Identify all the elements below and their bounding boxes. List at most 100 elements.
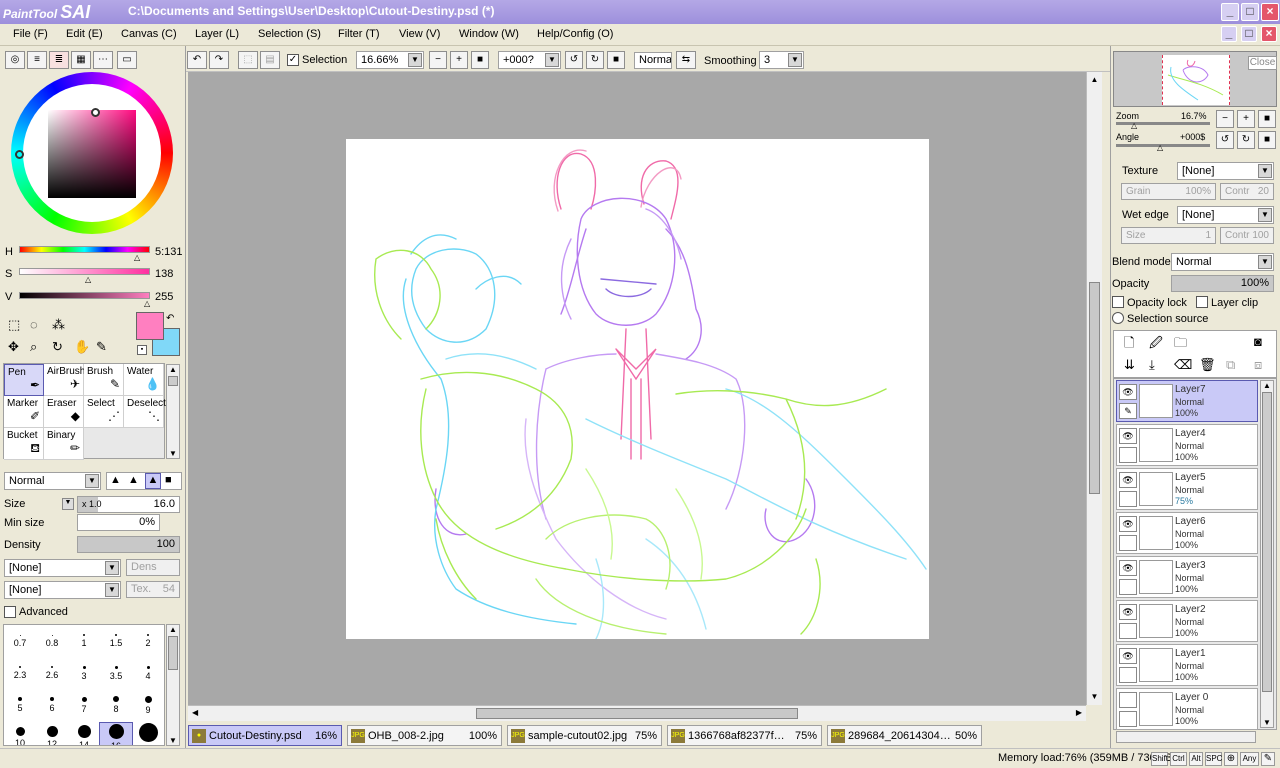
scratchpad-tab-icon[interactable]: ▭ (117, 51, 137, 69)
color-wheel-tab-icon[interactable]: ◎ (5, 51, 25, 69)
tab-1366768af[interactable]: JPG 1366768af82377f… 75% (667, 725, 822, 746)
pen-slot[interactable] (1119, 535, 1137, 551)
shape-flat-icon[interactable]: ■ (165, 474, 172, 486)
eye-icon[interactable]: 👁 (1119, 428, 1137, 444)
menu-selection[interactable]: Selection (S) (258, 28, 321, 40)
brush-size-preset[interactable]: 0.7 (4, 627, 36, 651)
shape-medium-icon[interactable]: ▲ (128, 474, 139, 486)
layer-clip-checkbox[interactable] (1196, 296, 1208, 308)
nav-zoom-slider-handle[interactable]: △ (1131, 121, 1137, 130)
layer-row-layer3[interactable]: 👁 Layer3 Normal 100% (1116, 556, 1258, 598)
brush-size-preset[interactable]: 6 (36, 691, 68, 715)
layer-row-layer4[interactable]: 👁 Layer4 Normal 100% (1116, 424, 1258, 466)
menu-help-config[interactable]: Help/Config (O) (537, 28, 613, 40)
navigator-preview[interactable]: Close (1113, 51, 1277, 107)
user-palette-tab-icon[interactable]: ⋯ (93, 51, 113, 69)
brush-size-preset[interactable]: 5 (4, 691, 36, 715)
brush-size-preset[interactable]: 2.6 (36, 659, 68, 683)
hue-slider-handle[interactable]: △ (134, 253, 140, 262)
redo-icon[interactable]: ↷ (209, 51, 229, 69)
layer-row-layer0[interactable]: Layer 0 Normal 100% (1116, 688, 1258, 730)
smoothing-select[interactable]: 3 ▼ (759, 51, 804, 69)
size-range-dropdown[interactable]: ▼ (62, 498, 74, 510)
brush-size-preset[interactable]: 12 (36, 723, 68, 745)
flip-horizontal-icon[interactable]: ⇆ (676, 51, 696, 69)
undo-icon[interactable]: ↶ (187, 51, 207, 69)
layer-row-layer2[interactable]: 👁 Layer2 Normal 100% (1116, 600, 1258, 642)
brush-size-preset[interactable]: 3 (68, 659, 100, 683)
tool-grid-scrollbar[interactable]: ▲ ▼ (166, 364, 180, 459)
maximize-button[interactable]: □ (1241, 3, 1259, 21)
menu-view[interactable]: View (V) (399, 28, 440, 40)
doc-minimize-button[interactable]: _ (1221, 26, 1237, 42)
pen-slot[interactable] (1119, 491, 1137, 507)
brush-size-preset[interactable]: 20 (132, 723, 164, 745)
hue-slider[interactable] (19, 246, 150, 253)
brush-presets-scrollbar[interactable]: ▲ ▼ (166, 624, 180, 746)
transparent-color-icon[interactable]: ▪ (137, 345, 147, 355)
deselect-icon[interactable]: ⬚ (238, 51, 258, 69)
eye-icon[interactable]: 👁 (1119, 648, 1137, 664)
opacity-lock-checkbox[interactable] (1112, 296, 1124, 308)
pen-slot[interactable] (1119, 667, 1137, 683)
new-linework-layer-icon[interactable]: 🖉 (1149, 334, 1163, 356)
layer-row-layer6[interactable]: 👁 Layer6 Normal 100% (1116, 512, 1258, 554)
wet-edge-contrast-field[interactable]: Contr 100 (1220, 227, 1274, 244)
brush-size-preset[interactable]: 8 (100, 691, 132, 715)
navigator-close-button[interactable]: Close (1248, 56, 1277, 70)
tab-289684[interactable]: JPG 289684_20614304… 50% (827, 725, 982, 746)
brush-size-preset[interactable]: 2 (132, 627, 164, 651)
nav-zoom-out-icon[interactable]: − (1216, 110, 1234, 128)
rotate-reset-icon[interactable]: ■ (607, 51, 625, 69)
saturation-value-square[interactable] (48, 110, 136, 198)
tab-sample-cutout02[interactable]: JPG sample-cutout02.jpg 75% (507, 725, 662, 746)
zoom-select[interactable]: 16.66% ▼ (356, 51, 424, 69)
zoom-in-icon[interactable]: + (450, 51, 468, 69)
eye-icon[interactable]: 👁 (1119, 472, 1137, 488)
mask-icon[interactable]: ◙ (1254, 334, 1262, 349)
nav-zoom-in-icon[interactable]: + (1237, 110, 1255, 128)
eyedropper-icon[interactable]: ✎ (96, 339, 112, 355)
zoom-out-icon[interactable]: − (429, 51, 447, 69)
pen-slot[interactable] (1119, 623, 1137, 639)
tool-brush[interactable]: Brush ✎ (84, 364, 124, 396)
rotate-icon[interactable]: ↻ (52, 339, 68, 355)
size-slider[interactable]: x 1.0 16.0 (77, 496, 180, 513)
invert-selection-icon[interactable]: ▤ (260, 51, 280, 69)
menu-filter[interactable]: Filter (T) (338, 28, 380, 40)
trash-icon[interactable]: 🗑 (1199, 357, 1216, 373)
rotate-reset-status-icon[interactable]: ⊕ (1224, 752, 1238, 766)
menu-file[interactable]: File (F) (13, 28, 48, 40)
texture-strength-field[interactable]: Tex. 54 (126, 581, 180, 598)
rect-select-icon[interactable]: ⬚ (8, 317, 24, 333)
menu-edit[interactable]: Edit (E) (66, 28, 103, 40)
magic-wand-icon[interactable]: ⁂ (52, 317, 68, 333)
canvas-horizontal-scrollbar[interactable]: ◀ ▶ (188, 705, 1086, 721)
eye-icon[interactable]: 👁 (1119, 516, 1137, 532)
layer-row-layer5[interactable]: 👁 Layer5 Normal 75% (1116, 468, 1258, 510)
eye-icon[interactable]: 👁 (1119, 560, 1137, 576)
tool-eraser[interactable]: Eraser ◆ (44, 396, 84, 428)
hue-picker-handle[interactable] (15, 150, 24, 159)
canvas-paper[interactable] (346, 139, 929, 639)
tool-bucket[interactable]: Bucket ⛾ (4, 428, 44, 460)
nav-rotate-right-icon[interactable]: ↻ (1237, 131, 1255, 149)
wet-edge-select[interactable]: [None] ▼ (1177, 206, 1274, 224)
density-slider[interactable]: 100 (77, 536, 180, 553)
merge-down-icon[interactable]: ⤓ (1149, 357, 1155, 373)
pen-icon[interactable]: ✎ (1119, 403, 1137, 419)
new-layer-icon[interactable]: 🗋 (1124, 334, 1134, 356)
angle-select[interactable]: +000? ▼ (498, 51, 561, 69)
nav-zoom-reset-icon[interactable]: ■ (1258, 110, 1276, 128)
primary-color-swatch[interactable] (136, 312, 164, 340)
rotate-left-icon[interactable]: ↺ (565, 51, 583, 69)
menu-canvas[interactable]: Canvas (C) (121, 28, 177, 40)
transfer-down-icon[interactable]: ⇊ (1124, 357, 1135, 373)
shape-soft-icon[interactable]: ▲ (110, 474, 121, 486)
min-size-slider[interactable]: 0% (77, 514, 160, 531)
brush-size-preset[interactable]: 0.8 (36, 627, 68, 651)
move-icon[interactable]: ✥ (8, 339, 24, 355)
brush-size-preset[interactable]: 2.3 (4, 659, 36, 683)
value-slider-handle[interactable]: △ (144, 299, 150, 308)
clear-layer-icon[interactable]: ⌫ (1174, 357, 1192, 373)
